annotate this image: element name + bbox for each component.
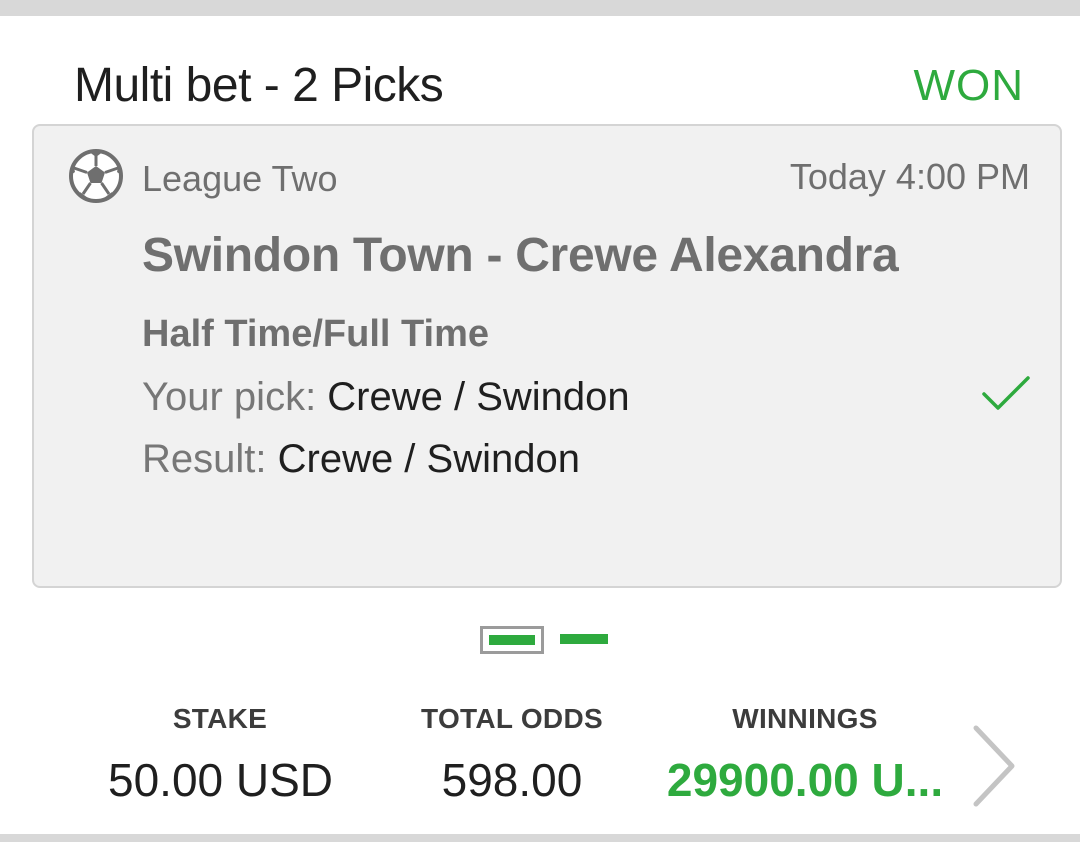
winnings-value: 29900.00 U... xyxy=(666,754,944,806)
your-pick-value: Crewe / Swindon xyxy=(327,375,630,419)
winnings-label: WINNINGS xyxy=(732,703,878,734)
bet-card[interactable]: Multi bet - 2 Picks WON League Two Today… xyxy=(0,16,1080,834)
winnings-summary: WINNINGS 29900.00 U... xyxy=(650,702,960,808)
chevron-right-icon[interactable] xyxy=(966,722,1022,818)
event-time: Today 4:00 PM xyxy=(789,156,1030,197)
your-pick-row: Your pick: Crewe / Swindon xyxy=(142,374,630,420)
result-value: Crewe / Swindon xyxy=(277,437,580,481)
total-odds-summary: TOTAL ODDS 598.00 xyxy=(410,702,614,808)
total-odds-value: 598.00 xyxy=(441,754,583,806)
your-pick-label: Your pick: xyxy=(142,375,328,419)
bet-title: Multi bet - 2 Picks xyxy=(74,59,444,112)
total-odds-label: TOTAL ODDS xyxy=(421,703,603,734)
soccer-ball-icon xyxy=(69,149,123,203)
pager-indicator[interactable] xyxy=(560,634,608,644)
stake-label: STAKE xyxy=(172,703,268,734)
event-title: Swindon Town - Crewe Alexandra xyxy=(142,229,899,282)
result-row: Result: Crewe / Swindon xyxy=(142,436,580,482)
result-label: Result: xyxy=(142,437,278,481)
stake-value: 50.00 USD xyxy=(108,754,334,806)
stake-summary: STAKE 50.00 USD xyxy=(108,702,334,808)
pager-indicator-active[interactable] xyxy=(480,626,544,654)
league-name: League Two xyxy=(142,158,338,199)
pick-panel[interactable]: League Two Today 4:00 PM Swindon Town - … xyxy=(32,124,1062,588)
market-name: Half Time/Full Time xyxy=(142,313,490,355)
checkmark-icon xyxy=(982,376,1030,410)
bet-status-badge: WON xyxy=(913,61,1024,110)
